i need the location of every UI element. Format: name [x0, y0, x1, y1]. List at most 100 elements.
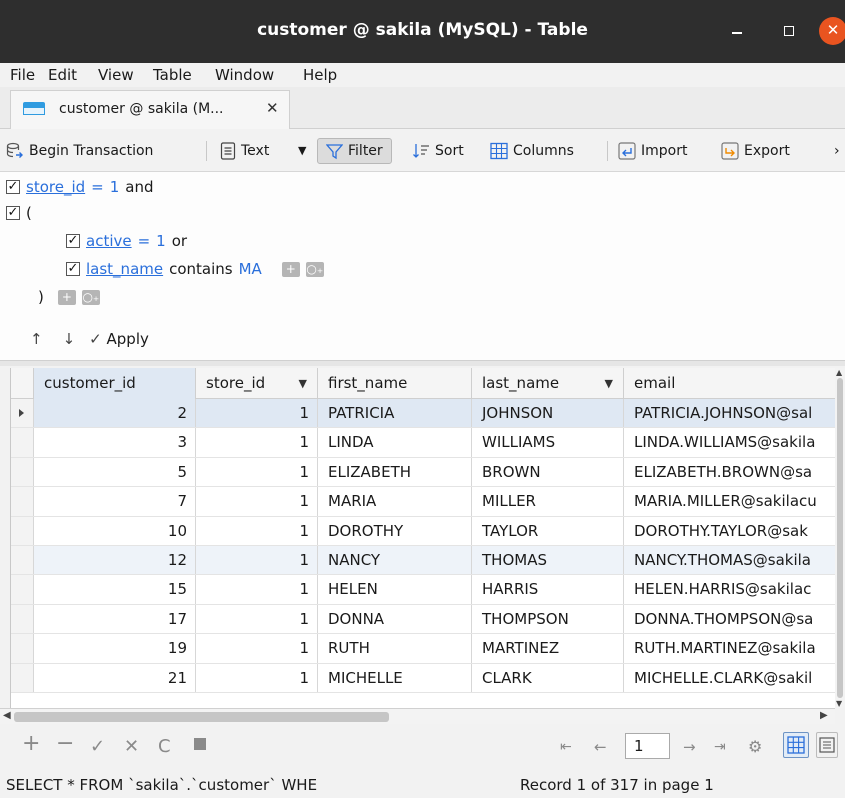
filter-operator[interactable]: =: [138, 232, 151, 250]
maximize-button[interactable]: [774, 16, 804, 46]
cell-customer-id[interactable]: 15: [34, 575, 196, 604]
filter-group-checkbox[interactable]: ✓: [6, 206, 20, 220]
horizontal-scroll-thumb[interactable]: [14, 712, 389, 722]
move-up-icon[interactable]: ↑: [30, 330, 43, 348]
scroll-down-icon[interactable]: ▼: [836, 699, 842, 708]
table-row[interactable]: 15 1 HELEN HARRIS HELEN.HARRIS@sakilac: [11, 575, 835, 605]
filter-value[interactable]: 1: [156, 232, 166, 250]
table-row[interactable]: 2 1 PATRICIA JOHNSON PATRICIA.JOHNSON@sal: [11, 399, 835, 429]
cell-customer-id[interactable]: 7: [34, 487, 196, 516]
cell-customer-id[interactable]: 10: [34, 516, 196, 545]
add-condition-icon[interactable]: +: [57, 289, 76, 305]
cell-store-id[interactable]: 1: [196, 663, 318, 692]
cell-first-name[interactable]: DOROTHY: [318, 516, 472, 545]
cell-first-name[interactable]: HELEN: [318, 575, 472, 604]
text-button[interactable]: Text: [220, 138, 269, 164]
column-header-email[interactable]: email: [624, 368, 835, 399]
cell-email[interactable]: HELEN.HARRIS@sakilac: [624, 575, 835, 603]
table-row[interactable]: 19 1 RUTH MARTINEZ RUTH.MARTINEZ@sakila: [11, 634, 835, 664]
sort-button[interactable]: Sort: [412, 138, 464, 164]
table-row[interactable]: 3 1 LINDA WILLIAMS LINDA.WILLIAMS@sakila: [11, 428, 835, 458]
cell-store-id[interactable]: 1: [196, 487, 318, 516]
column-header-store-id[interactable]: store_id ▼: [196, 368, 318, 399]
filter-button[interactable]: Filter: [317, 138, 392, 164]
column-header-last-name[interactable]: last_name ▼: [472, 368, 624, 399]
filter-enable-checkbox[interactable]: ✓: [66, 234, 80, 248]
cell-last-name[interactable]: THOMAS: [472, 546, 624, 575]
menu-edit[interactable]: Edit: [48, 66, 77, 84]
filter-conjunction[interactable]: and: [125, 178, 153, 196]
cell-customer-id[interactable]: 21: [34, 663, 196, 692]
previous-page-icon[interactable]: ←: [594, 738, 607, 756]
table-row[interactable]: 5 1 ELIZABETH BROWN ELIZABETH.BROWN@sa: [11, 457, 835, 488]
filter-operator[interactable]: =: [91, 178, 104, 196]
cell-customer-id[interactable]: 17: [34, 604, 196, 634]
cell-last-name[interactable]: MARTINEZ: [472, 634, 624, 663]
cell-customer-id[interactable]: 5: [34, 457, 196, 487]
export-button[interactable]: Export: [721, 138, 790, 164]
vertical-scrollbar[interactable]: ▲ ▼: [835, 368, 845, 708]
cell-store-id[interactable]: 1: [196, 575, 318, 604]
panel-splitter[interactable]: [0, 360, 845, 366]
table-row[interactable]: 12 1 NANCY THOMAS NANCY.THOMAS@sakila: [11, 546, 835, 576]
close-button[interactable]: ✕: [819, 17, 845, 45]
cell-last-name[interactable]: MILLER: [472, 487, 624, 516]
tab-customer[interactable]: customer @ sakila (M... ✕: [10, 90, 290, 129]
cell-store-id[interactable]: 1: [196, 428, 318, 457]
row-header[interactable]: [11, 428, 34, 457]
menu-view[interactable]: View: [98, 66, 134, 84]
filter-field[interactable]: store_id: [26, 178, 85, 196]
cell-customer-id[interactable]: 19: [34, 634, 196, 663]
cell-last-name[interactable]: BROWN: [472, 457, 624, 487]
filter-value[interactable]: 1: [110, 178, 120, 196]
filter-value[interactable]: MA: [239, 260, 262, 278]
cell-first-name[interactable]: RUTH: [318, 634, 472, 663]
column-filter-icon[interactable]: ▼: [605, 368, 613, 399]
filter-enable-checkbox[interactable]: ✓: [6, 180, 20, 194]
begin-transaction-button[interactable]: Begin Transaction: [6, 138, 153, 164]
row-header[interactable]: [11, 516, 34, 545]
grid-view-button[interactable]: [783, 732, 809, 758]
discard-changes-icon[interactable]: ✕: [124, 736, 139, 757]
stop-icon[interactable]: [194, 738, 206, 750]
columns-button[interactable]: Columns: [490, 138, 574, 164]
row-header[interactable]: [11, 487, 34, 516]
cell-first-name[interactable]: MICHELLE: [318, 663, 472, 692]
table-row[interactable]: 21 1 MICHELLE CLARK MICHELLE.CLARK@sakil: [11, 663, 835, 693]
text-dropdown-chevron-icon[interactable]: ▼: [298, 138, 306, 164]
cell-last-name[interactable]: JOHNSON: [472, 399, 624, 428]
cell-customer-id[interactable]: 2: [34, 399, 196, 428]
menu-file[interactable]: File: [10, 66, 35, 84]
cell-email[interactable]: MARIA.MILLER@sakilacu: [624, 487, 835, 515]
scroll-left-icon[interactable]: ◀: [3, 710, 11, 721]
cell-email[interactable]: LINDA.WILLIAMS@sakila: [624, 428, 835, 456]
filter-conjunction[interactable]: or: [172, 232, 187, 250]
cell-email[interactable]: NANCY.THOMAS@sakila: [624, 546, 835, 574]
row-header[interactable]: [11, 604, 34, 634]
column-filter-icon[interactable]: ▼: [299, 368, 307, 399]
move-down-icon[interactable]: ↓: [63, 330, 76, 348]
page-number-input[interactable]: 1: [625, 733, 670, 759]
filter-field[interactable]: last_name: [86, 260, 163, 278]
cell-customer-id[interactable]: 12: [34, 546, 196, 575]
cell-store-id[interactable]: 1: [196, 457, 318, 487]
toolbar-overflow-chevron-icon[interactable]: ›: [834, 138, 840, 164]
column-header-first-name[interactable]: first_name: [318, 368, 472, 399]
add-group-icon[interactable]: ○₊: [81, 289, 100, 305]
refresh-icon[interactable]: C: [158, 736, 171, 757]
scroll-right-icon[interactable]: ▶: [820, 710, 828, 721]
column-header-customer-id[interactable]: customer_id: [34, 368, 196, 399]
table-row[interactable]: 17 1 DONNA THOMPSON DONNA.THOMPSON@sa: [11, 604, 835, 635]
filter-field[interactable]: active: [86, 232, 132, 250]
cell-last-name[interactable]: TAYLOR: [472, 516, 624, 545]
row-header[interactable]: [11, 457, 34, 487]
cell-store-id[interactable]: 1: [196, 546, 318, 575]
scroll-up-icon[interactable]: ▲: [836, 368, 842, 377]
delete-record-icon[interactable]: −: [56, 731, 74, 756]
cell-first-name[interactable]: LINDA: [318, 428, 472, 457]
cell-email[interactable]: DONNA.THOMPSON@sa: [624, 605, 835, 633]
cell-last-name[interactable]: CLARK: [472, 663, 624, 692]
import-button[interactable]: Import: [618, 138, 687, 164]
row-header[interactable]: [11, 663, 34, 692]
row-header[interactable]: [11, 399, 34, 428]
